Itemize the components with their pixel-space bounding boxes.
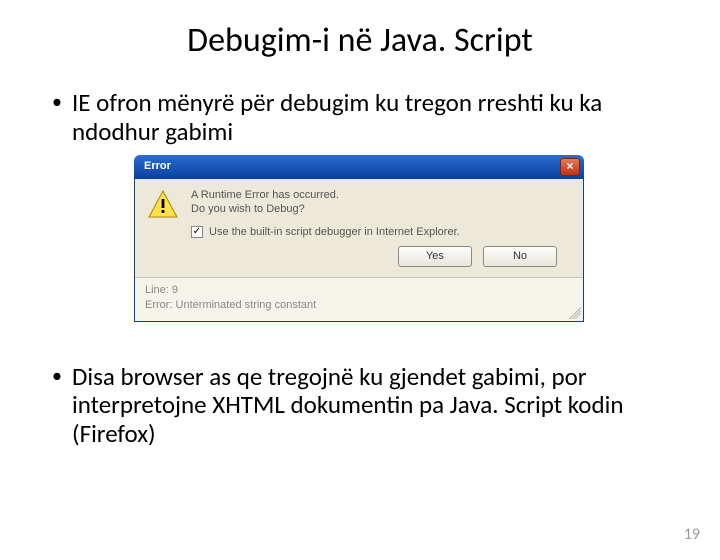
error-dialog: Error × A Runtime Error has occurred. <box>134 155 584 345</box>
bullet-text: Disa browser as qe tregojnë ku gjendet g… <box>72 363 672 449</box>
detail-line: Line: 9 <box>145 284 573 297</box>
bullet-item: • Disa browser as qe tregojnë ku gjendet… <box>52 363 672 449</box>
slide-title: Debugim-i në Java. Script <box>0 20 720 61</box>
close-button[interactable]: × <box>560 158 580 176</box>
resize-grip-icon <box>569 307 581 319</box>
dialog-message-line1: A Runtime Error has occurred. <box>191 189 571 202</box>
checkmark-icon: ✓ <box>193 227 201 237</box>
detail-error: Error: Unterminated string constant <box>145 299 573 312</box>
bullet-text: IE ofron mënyrë për debugim ku tregon rr… <box>72 89 672 147</box>
yes-button[interactable]: Yes <box>398 246 472 267</box>
bullet-dot-icon: • <box>52 363 72 449</box>
dialog-titlebar: Error × <box>134 155 584 179</box>
dialog-body: A Runtime Error has occurred. Do you wis… <box>134 179 584 323</box>
checkbox-row: ✓ Use the built-in script debugger in In… <box>191 226 571 239</box>
checkbox-label: Use the built-in script debugger in Inte… <box>209 226 460 239</box>
warning-icon <box>147 189 179 221</box>
bullet-item: • IE ofron mënyrë për debugim ku tregon … <box>52 89 672 147</box>
dialog-details: Line: 9 Error: Unterminated string const… <box>135 277 583 321</box>
dialog-title: Error <box>144 160 171 173</box>
page-number: 19 <box>684 525 700 544</box>
use-builtin-debugger-checkbox[interactable]: ✓ <box>191 226 203 238</box>
bullet-dot-icon: • <box>52 89 72 147</box>
dialog-message-line2: Do you wish to Debug? <box>191 203 571 216</box>
bullets-list: • IE ofron mënyrë për debugim ku tregon … <box>52 89 672 449</box>
close-icon: × <box>566 160 573 174</box>
no-button[interactable]: No <box>483 246 557 267</box>
